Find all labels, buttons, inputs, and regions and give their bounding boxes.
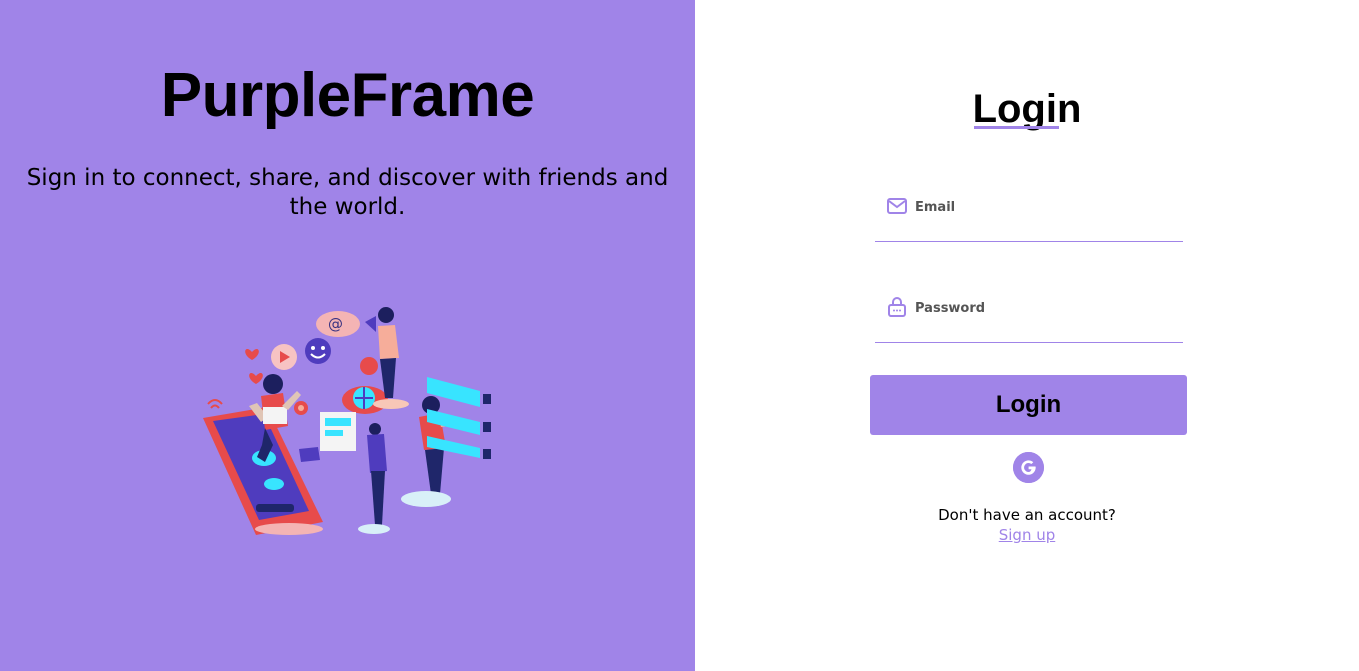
login-title-underline <box>974 126 1059 129</box>
brand-tagline: Sign in to connect, share, and discover … <box>26 165 669 220</box>
email-field <box>875 191 1183 242</box>
social-media-illustration: @ <box>203 307 491 535</box>
lock-icon <box>888 297 906 317</box>
password-input[interactable] <box>915 296 1170 320</box>
login-page: PurpleFrame Sign in to connect, share, a… <box>0 0 1359 671</box>
svg-text:@: @ <box>328 315 343 333</box>
signup-link[interactable]: Sign up <box>999 526 1056 544</box>
signup-prompt: Don't have an account? <box>938 506 1116 524</box>
phone-graphic <box>203 407 323 535</box>
feedback-cards <box>427 377 491 459</box>
google-login-button[interactable] <box>1013 452 1044 483</box>
email-input[interactable] <box>915 195 1170 219</box>
login-button[interactable]: Login <box>870 375 1187 435</box>
login-panel: Login Login Don <box>695 0 1359 671</box>
seated-man <box>358 423 390 534</box>
google-icon <box>1013 452 1044 483</box>
social-bubbles: @ <box>207 311 360 415</box>
password-field <box>875 292 1183 343</box>
brand-panel: PurpleFrame Sign in to connect, share, a… <box>0 0 695 671</box>
envelope-icon <box>887 198 907 214</box>
signup-link-container: Sign up <box>695 526 1359 545</box>
brand-title: PurpleFrame <box>160 61 535 130</box>
